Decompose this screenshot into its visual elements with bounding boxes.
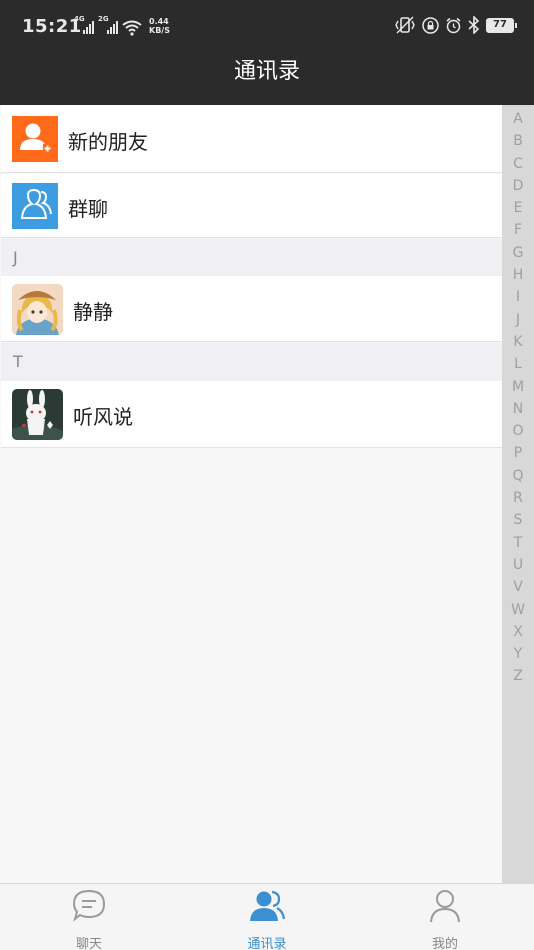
tab-profile[interactable]: 我的 (356, 884, 534, 950)
index-letter-g[interactable]: G (502, 242, 534, 264)
index-letter-n[interactable]: N (502, 398, 534, 420)
contact-avatar (12, 389, 63, 440)
speed-value: 0.44 (149, 17, 169, 26)
group-chat-label: 群聊 (68, 197, 108, 221)
contacts-icon (250, 890, 285, 921)
alarm-icon (446, 17, 461, 33)
index-letter-v[interactable]: V (502, 576, 534, 598)
speed-unit: KB/S (149, 26, 170, 35)
tab-contacts[interactable]: 通讯录 (178, 884, 356, 950)
section-letter: J (13, 248, 18, 267)
index-letter-c[interactable]: C (502, 153, 534, 175)
index-letter-r[interactable]: R (502, 487, 534, 509)
index-letter-t[interactable]: T (502, 532, 534, 554)
tab-chat[interactable]: 聊天 (0, 884, 178, 950)
tab-contacts-label: 通讯录 (247, 937, 287, 950)
index-letter-y[interactable]: Y (502, 643, 534, 665)
profile-icon (430, 890, 460, 923)
contact-name: 静静 (73, 300, 113, 324)
status-bar: 15:21 4G 2G 0.44 KB/S 77 (0, 0, 534, 50)
index-letter-h[interactable]: H (502, 264, 534, 286)
clock: 15:21 (22, 16, 82, 37)
new-friends-label: 新的朋友 (68, 130, 148, 154)
index-letter-l[interactable]: L (502, 353, 534, 375)
lock-icon (422, 16, 439, 34)
index-letter-o[interactable]: O (502, 420, 534, 442)
index-letter-u[interactable]: U (502, 554, 534, 576)
network-speed: 0.44 KB/S (149, 17, 170, 35)
section-header-t: T (1, 343, 502, 381)
group-chat-item[interactable]: 群聊 (1, 174, 502, 238)
tab-chat-label: 聊天 (75, 937, 102, 950)
signal-2g-icon: 2G (98, 15, 118, 36)
index-letter-b[interactable]: B (502, 130, 534, 152)
network-indicators: 4G 2G 0.44 KB/S (74, 15, 170, 36)
vibrate-icon (395, 16, 415, 34)
index-letter-z[interactable]: Z (502, 665, 534, 687)
battery-icon: 77 (486, 17, 517, 33)
section-letter: T (13, 352, 23, 371)
contact-avatar (12, 284, 63, 335)
section-header-j: J (1, 239, 502, 276)
index-letter-k[interactable]: K (502, 331, 534, 353)
bottom-tab-bar: 聊天 通讯录 我的 (0, 883, 534, 950)
alphabet-index-bar[interactable]: ABCDEFGHIJKLMNOPQRSTUVWXYZ (502, 105, 534, 883)
bluetooth-icon (468, 16, 480, 34)
new-friend-icon (12, 116, 58, 162)
index-letter-f[interactable]: F (502, 219, 534, 241)
status-icons: 77 (394, 16, 517, 34)
index-letter-s[interactable]: S (502, 509, 534, 531)
wifi-icon (122, 20, 142, 36)
app-header: 通讯录 (0, 50, 534, 105)
index-letter-d[interactable]: D (502, 175, 534, 197)
index-letter-m[interactable]: M (502, 376, 534, 398)
index-letter-q[interactable]: Q (502, 465, 534, 487)
signal-4g-icon: 4G (74, 15, 94, 36)
index-letter-p[interactable]: P (502, 442, 534, 464)
new-friends-item[interactable]: 新的朋友 (1, 105, 502, 173)
index-letter-w[interactable]: W (502, 599, 534, 621)
index-letter-x[interactable]: X (502, 621, 534, 643)
group-chat-icon (12, 183, 58, 229)
index-letter-i[interactable]: I (502, 286, 534, 308)
tab-profile-label: 我的 (431, 937, 458, 950)
contact-list[interactable]: 新的朋友 群聊 J 静静 T 听风说 (1, 105, 502, 792)
contact-name: 听风说 (73, 405, 133, 429)
index-letters[interactable]: ABCDEFGHIJKLMNOPQRSTUVWXYZ (502, 108, 534, 688)
chat-icon (72, 889, 106, 922)
index-letter-a[interactable]: A (502, 108, 534, 130)
index-letter-e[interactable]: E (502, 197, 534, 219)
contact-item[interactable]: 听风说 (1, 381, 502, 448)
contact-item[interactable]: 静静 (1, 276, 502, 342)
index-letter-j[interactable]: J (502, 309, 534, 331)
page-title: 通讯录 (233, 59, 300, 84)
